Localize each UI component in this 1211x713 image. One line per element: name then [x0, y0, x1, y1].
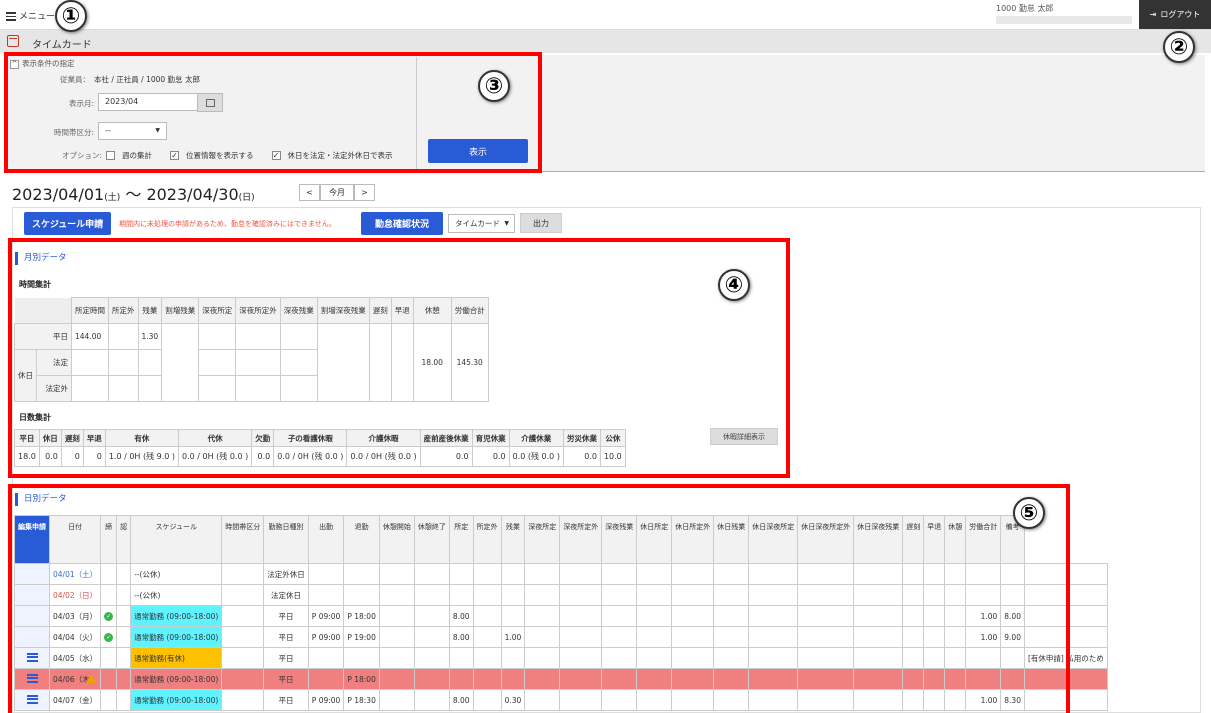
date-range: 2023/04/01(土) ～ 2023/04/30(日) — [12, 181, 255, 205]
prev-month-button[interactable]: < — [299, 184, 320, 201]
pending-warning: 期間内に未処理の申請があるため、勤怠を確認済みにはできません。 — [119, 220, 336, 228]
menu-button[interactable]: メニュー — [6, 9, 55, 23]
logout-label: ログアウト — [1160, 10, 1201, 19]
title-bar — [0, 30, 1211, 53]
range-start: 2023/04/01 — [12, 185, 105, 204]
output-button[interactable]: 出力 — [520, 213, 562, 233]
annotation-box-5 — [8, 484, 1070, 713]
user-info-bar — [996, 16, 1132, 24]
view-select-value: タイムカード — [455, 219, 500, 228]
view-select[interactable]: タイムカード ▼ — [448, 214, 515, 233]
schedule-request-button[interactable]: スケジュール申請 — [24, 212, 111, 235]
range-end: 2023/04/30 — [146, 185, 239, 204]
annotation-3: ③ — [478, 70, 510, 102]
annotation-5: ⑤ — [1013, 497, 1045, 529]
confirm-status-button[interactable]: 勤怠確認状況 — [361, 212, 443, 235]
calendar-icon — [7, 35, 19, 47]
logout-button[interactable]: ⇥ ログアウト — [1139, 0, 1211, 29]
annotation-box-3 — [4, 52, 542, 173]
range-end-dow: (日) — [238, 193, 255, 203]
page-title: タイムカード — [32, 40, 92, 51]
logout-icon: ⇥ — [1149, 10, 1157, 19]
range-separator: ～ — [120, 185, 147, 204]
caret-down-icon: ▼ — [504, 220, 509, 227]
annotation-1: ① — [55, 0, 87, 32]
annotation-2: ② — [1163, 31, 1195, 63]
hamburger-icon — [6, 10, 16, 23]
user-info: 1000 勤怠 太郎 — [996, 4, 1054, 13]
menu-label: メニュー — [19, 12, 56, 22]
annotation-4: ④ — [718, 269, 750, 301]
this-month-button[interactable]: 今月 — [320, 184, 354, 201]
annotation-box-4 — [8, 238, 790, 478]
range-start-dow: (土) — [104, 193, 121, 203]
next-month-button[interactable]: > — [354, 184, 375, 201]
